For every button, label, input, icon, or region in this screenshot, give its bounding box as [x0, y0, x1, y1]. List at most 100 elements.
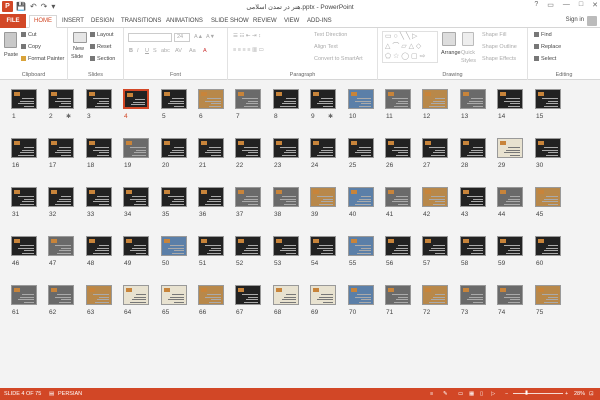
- tab-home[interactable]: HOME: [29, 15, 57, 28]
- fit-slide-icon[interactable]: ⊡: [589, 388, 594, 400]
- slide-thumbnail[interactable]: [273, 236, 299, 256]
- slide-thumbnail[interactable]: [535, 285, 561, 305]
- zoom-level[interactable]: 28%: [574, 388, 585, 400]
- slide-thumbnail[interactable]: [48, 138, 74, 158]
- minimize-icon[interactable]: —: [563, 1, 570, 9]
- convert-to-smartart-button[interactable]: Convert to SmartArt: [314, 56, 363, 63]
- slide-thumbnail[interactable]: [161, 187, 187, 207]
- slide-thumbnail[interactable]: [497, 285, 523, 305]
- slide-thumbnail[interactable]: [11, 285, 37, 305]
- slide-thumbnail[interactable]: [497, 138, 523, 158]
- slide-thumbnail[interactable]: [460, 285, 486, 305]
- slide-thumbnail[interactable]: [198, 138, 224, 158]
- quick-styles-button[interactable]: Quick: [461, 50, 475, 57]
- slide-thumbnail[interactable]: [535, 89, 561, 109]
- tab-animations[interactable]: ANIMATIONS: [166, 16, 203, 26]
- slide-thumbnail[interactable]: [198, 285, 224, 305]
- slide-thumbnail[interactable]: [348, 285, 374, 305]
- sign-in-link[interactable]: Sign in: [566, 17, 584, 23]
- shrink-font-icon[interactable]: A▼: [206, 34, 215, 41]
- find-button[interactable]: Find: [534, 32, 552, 39]
- slide-thumbnail[interactable]: [48, 285, 74, 305]
- text-direction-button[interactable]: Text Direction: [314, 32, 347, 39]
- close-icon[interactable]: ✕: [592, 1, 598, 9]
- slide-thumbnail[interactable]: [11, 89, 37, 109]
- slide-thumbnail[interactable]: [422, 138, 448, 158]
- slide-thumbnail[interactable]: [235, 89, 261, 109]
- slide-thumbnail[interactable]: [422, 187, 448, 207]
- slide-thumbnail[interactable]: [235, 187, 261, 207]
- paste-button[interactable]: Paste: [4, 52, 18, 59]
- tab-design[interactable]: DESIGN: [91, 16, 114, 26]
- slide-thumbnail[interactable]: [123, 138, 149, 158]
- slide-thumbnail[interactable]: [310, 187, 336, 207]
- slide-thumbnail[interactable]: [422, 236, 448, 256]
- tab-add-ins[interactable]: ADD-INS: [307, 16, 332, 26]
- underline-button[interactable]: U: [145, 48, 149, 55]
- slide-thumbnail[interactable]: [161, 89, 187, 109]
- slide-thumbnail[interactable]: [123, 285, 149, 305]
- paste-icon[interactable]: [4, 32, 17, 48]
- character-spacing-button[interactable]: AV: [175, 48, 182, 55]
- slide-thumbnail[interactable]: [310, 236, 336, 256]
- slide-thumbnail[interactable]: [385, 187, 411, 207]
- copy-button[interactable]: Copy: [21, 44, 41, 51]
- bullets-icon[interactable]: ☰ ☷ ⇤ ⇥ ↕: [233, 33, 261, 40]
- zoom-slider[interactable]: [513, 393, 563, 394]
- slide-sorter-view-icon[interactable]: ▦: [469, 388, 474, 400]
- slide-thumbnail[interactable]: [497, 89, 523, 109]
- zoom-in-icon[interactable]: +: [565, 388, 568, 400]
- slide-thumbnail[interactable]: [348, 187, 374, 207]
- zoom-slider-thumb[interactable]: ▮: [525, 387, 528, 399]
- account-avatar[interactable]: [587, 16, 597, 26]
- slide-thumbnail[interactable]: [348, 138, 374, 158]
- slide-thumbnail[interactable]: [535, 187, 561, 207]
- slide-thumbnail[interactable]: [48, 89, 74, 109]
- new-slide-icon[interactable]: [73, 32, 87, 43]
- help-icon[interactable]: ?: [534, 1, 538, 9]
- text-shadow-button[interactable]: abc: [161, 48, 170, 55]
- normal-view-icon[interactable]: ▭: [458, 388, 463, 400]
- alignment-icons[interactable]: ≡ ≡ ≡ ≡ ▥ ▭: [233, 47, 264, 54]
- zoom-out-icon[interactable]: −: [505, 388, 508, 400]
- replace-button[interactable]: Replace: [534, 44, 561, 51]
- change-case-button[interactable]: Aa: [189, 48, 196, 55]
- arrange-button[interactable]: Arrange: [441, 50, 461, 57]
- proofing-icon[interactable]: ▤: [49, 388, 54, 400]
- slide-thumbnail[interactable]: [48, 187, 74, 207]
- align-text-button[interactable]: Align Text: [314, 44, 338, 51]
- quick-styles-button-line2[interactable]: Styles: [461, 58, 476, 65]
- format-painter-button[interactable]: Format Painter: [21, 56, 64, 63]
- slide-thumbnail[interactable]: [497, 236, 523, 256]
- slideshow-view-icon[interactable]: ▷: [491, 388, 495, 400]
- slide-thumbnail[interactable]: [235, 285, 261, 305]
- slide-thumbnail[interactable]: [460, 236, 486, 256]
- slide-thumbnail[interactable]: [310, 285, 336, 305]
- slide-thumbnail[interactable]: [123, 89, 149, 109]
- comments-button[interactable]: ✎: [443, 388, 448, 400]
- shape-outline-button[interactable]: Shape Outline: [482, 44, 517, 51]
- slide-thumbnail[interactable]: [460, 89, 486, 109]
- tab-transitions[interactable]: TRANSITIONS: [121, 16, 161, 26]
- slide-thumbnail[interactable]: [86, 89, 112, 109]
- tab-insert[interactable]: INSERT: [62, 16, 84, 26]
- new-slide-button[interactable]: New: [73, 46, 84, 53]
- slide-thumbnail[interactable]: [385, 285, 411, 305]
- new-slide-button-line2[interactable]: Slide: [71, 54, 83, 61]
- tab-view[interactable]: VIEW: [284, 16, 299, 26]
- slide-thumbnail[interactable]: [11, 138, 37, 158]
- slide-thumbnail[interactable]: [460, 138, 486, 158]
- slide-thumbnail[interactable]: [86, 187, 112, 207]
- slide-thumbnail[interactable]: [422, 89, 448, 109]
- slide-thumbnail[interactable]: [310, 89, 336, 109]
- font-name-input[interactable]: [128, 33, 172, 42]
- slide-thumbnail[interactable]: [535, 138, 561, 158]
- slide-thumbnail[interactable]: [385, 236, 411, 256]
- arrange-icon[interactable]: [442, 32, 456, 46]
- slide-thumbnail[interactable]: [310, 138, 336, 158]
- reset-button[interactable]: Reset: [90, 44, 111, 51]
- slide-thumbnail[interactable]: [460, 187, 486, 207]
- slide-thumbnail[interactable]: [161, 236, 187, 256]
- font-color-button[interactable]: A: [203, 48, 207, 55]
- slide-thumbnail[interactable]: [11, 187, 37, 207]
